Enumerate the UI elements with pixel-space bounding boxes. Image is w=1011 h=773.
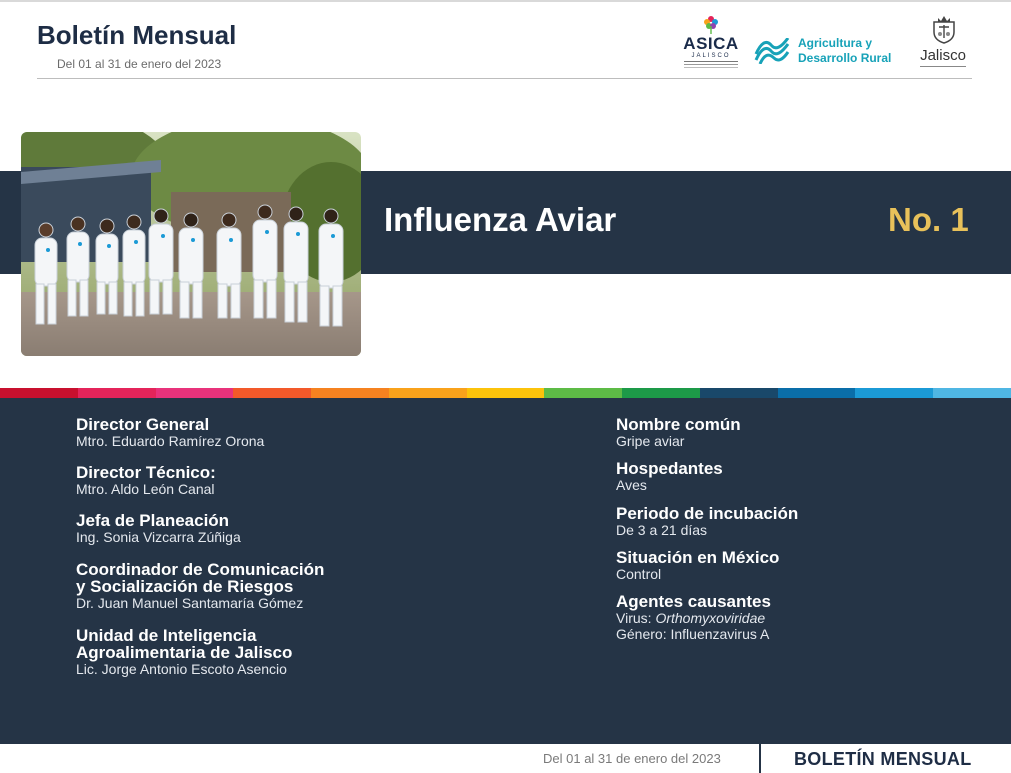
footer-title: BOLETÍN MENSUAL [794,749,972,769]
stripe-segment [855,388,934,398]
info-hospedantes: Hospedantes Aves [616,460,723,493]
info-agentes-causantes: Agentes causantes Virus: Orthomyxovirida… [616,593,771,642]
credit-jefa-planeacion: Jefa de Planeación Ing. Sonia Vizcarra Z… [76,512,241,545]
credit-director-general: Director General Mtro. Eduardo Ramírez O… [76,416,264,449]
stripe-segment [699,388,778,398]
credit-label: Director General [76,415,210,434]
stripe-segment [933,388,1011,398]
asica-wordmark: ASICA [683,34,739,53]
info-label: Agentes causantes [616,592,771,611]
credit-label-line2: y Socialización de Riesgos [76,577,294,596]
info-label: Situación en México [616,548,780,567]
team-photo [21,132,361,356]
virus-prefix: Virus: [616,610,656,626]
stripe-segment [622,388,700,398]
footer-date-range: Del 01 al 31 de enero del 2023 [543,751,721,766]
stripe-segment [0,388,78,398]
stripe-segment [155,388,234,398]
asica-fine-print [684,61,738,62]
info-label: Nombre común [616,415,741,434]
coat-of-arms-icon [933,16,955,44]
stripe-segment [388,388,467,398]
header-divider [37,78,972,79]
credit-value: Mtro. Aldo León Canal [76,481,215,497]
agricultura-line2: Desarrollo Rural [798,51,892,65]
credit-value: Mtro. Eduardo Ramírez Orona [76,433,265,449]
info-panel: Director General Mtro. Eduardo Ramírez O… [0,398,1011,744]
info-value-genero: Género: Influenzavirus A [616,626,770,642]
info-value: Aves [616,477,647,493]
credit-unidad-inteligencia: Unidad de Inteligencia Agroalimentaria d… [76,627,292,677]
stripe-segment [777,388,856,398]
color-stripe [0,388,1011,398]
footer-separator [759,744,761,773]
asica-subtitle: JALISCO [691,53,731,59]
agricultura-logo: Agricultura y Desarrollo Rural [754,36,899,68]
credit-label-line1: Coordinador de Comunicación [76,560,325,579]
bulletin-date-range: Del 01 al 31 de enero del 2023 [57,57,222,71]
stripe-segment [544,388,623,398]
stripe-segment [77,388,156,398]
credit-coordinador-comunicacion: Coordinador de Comunicación y Socializac… [76,561,324,611]
info-value: Gripe aviar [616,433,685,449]
info-label: Hospedantes [616,459,723,478]
stripe-segment [233,388,312,398]
bulletin-title: Boletín Mensual [37,20,237,50]
info-value-virus: Virus: Orthomyxoviridae [616,610,771,626]
info-nombre-comun: Nombre común Gripe aviar [616,416,741,449]
field-furrows-icon [754,38,790,64]
virus-family: Orthomyxoviridae [655,610,766,626]
asica-logo: ASICA JALISCO [680,14,742,74]
topic-title: Influenza Aviar [384,201,617,238]
stripe-segment [466,388,545,398]
info-value: De 3 a 21 días [616,522,708,538]
info-label: Periodo de incubación [616,504,799,523]
credit-value: Dr. Juan Manuel Santamaría Gómez [76,595,304,611]
jalisco-logo: Jalisco [912,14,974,74]
agricultura-line1: Agricultura y [798,36,873,50]
agricultura-wordmark: Agricultura y Desarrollo Rural [798,36,891,66]
credit-label-line2: Agroalimentaria de Jalisco [76,643,293,662]
info-value: Control [616,566,662,582]
credit-label: Jefa de Planeación [76,511,230,530]
team-in-protective-suits-image [21,132,361,356]
info-situacion-mexico: Situación en México Control [616,549,779,582]
top-rule [0,0,1011,2]
info-periodo-incubacion: Periodo de incubación De 3 a 21 días [616,505,798,538]
credit-director-tecnico: Director Técnico: Mtro. Aldo León Canal [76,464,216,497]
jalisco-wordmark: Jalisco [920,47,966,64]
credit-label-line1: Unidad de Inteligencia [76,626,257,645]
credit-value: Ing. Sonia Vizcarra Zúñiga [76,529,241,545]
credit-label: Director Técnico: [76,463,216,482]
flower-icon [704,16,718,34]
issue-number: No. 1 [888,201,969,238]
stripe-segment [311,388,389,398]
jalisco-fine-print [920,66,966,67]
credit-value: Lic. Jorge Antonio Escoto Asencio [76,661,287,677]
